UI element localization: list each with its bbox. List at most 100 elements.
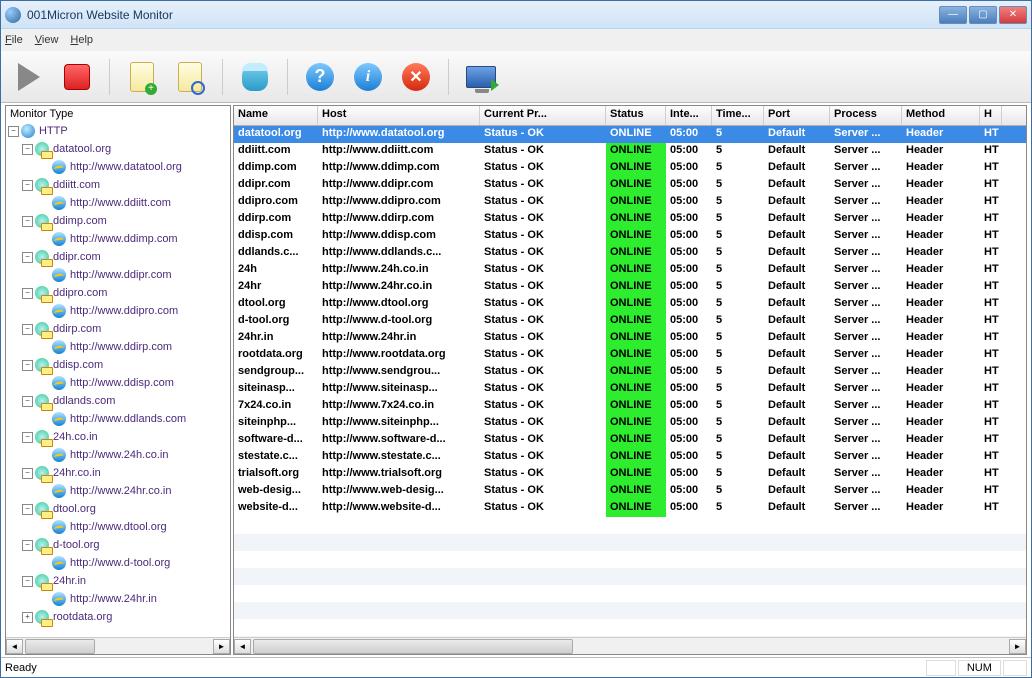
table-row[interactable]: ddirp.comhttp://www.ddirp.comStatus - OK… [234, 211, 1026, 228]
tree-url[interactable]: http://www.ddlands.com [8, 410, 230, 428]
tree-site[interactable]: −24hr.co.in [8, 464, 230, 482]
table-row[interactable]: siteinphp...http://www.siteinphp...Statu… [234, 415, 1026, 432]
column-header[interactable]: Method [902, 106, 980, 125]
expand-icon[interactable]: − [8, 126, 19, 137]
table-row[interactable]: d-tool.orghttp://www.d-tool.orgStatus - … [234, 313, 1026, 330]
scroll-left-button[interactable]: ◄ [6, 639, 23, 654]
tree-url[interactable]: http://www.ddimp.com [8, 230, 230, 248]
tree-url[interactable]: http://www.24h.co.in [8, 446, 230, 464]
expand-icon[interactable]: − [22, 504, 33, 515]
tree-site[interactable]: −ddipr.com [8, 248, 230, 266]
tree-site[interactable]: −ddlands.com [8, 392, 230, 410]
menu-help[interactable]: Help [70, 34, 93, 46]
table-row[interactable]: ddlands.c...http://www.ddlands.c...Statu… [234, 245, 1026, 262]
menu-view[interactable]: View [35, 34, 59, 46]
tree-url[interactable]: http://www.ddiitt.com [8, 194, 230, 212]
table-row[interactable]: ddimp.comhttp://www.ddimp.comStatus - OK… [234, 160, 1026, 177]
expand-icon[interactable]: − [22, 144, 33, 155]
tree-site[interactable]: −24h.co.in [8, 428, 230, 446]
tree-url[interactable]: http://www.ddipro.com [8, 302, 230, 320]
expand-icon[interactable]: + [22, 612, 33, 623]
column-header[interactable]: Host [318, 106, 480, 125]
expand-icon[interactable]: − [22, 576, 33, 587]
help-button[interactable]: ? [302, 59, 338, 95]
tree-root[interactable]: −HTTP [8, 122, 230, 140]
titlebar[interactable]: 001Micron Website Monitor — ▢ ✕ [1, 1, 1031, 29]
table-row[interactable]: 24hrhttp://www.24hr.co.inStatus - OKONLI… [234, 279, 1026, 296]
scroll-right-button[interactable]: ► [1009, 639, 1026, 654]
column-header[interactable]: Time... [712, 106, 764, 125]
expand-icon[interactable]: − [22, 180, 33, 191]
close-button[interactable]: ✕ [999, 6, 1027, 24]
tree-site[interactable]: +rootdata.org [8, 608, 230, 626]
table-row[interactable]: datatool.orghttp://www.datatool.orgStatu… [234, 126, 1026, 143]
table-row[interactable]: dtool.orghttp://www.dtool.orgStatus - OK… [234, 296, 1026, 313]
grid-hscroll[interactable]: ◄ ► [234, 637, 1026, 654]
scroll-right-button[interactable]: ► [213, 639, 230, 654]
tree-url[interactable]: http://www.datatool.org [8, 158, 230, 176]
monitor-button[interactable] [463, 59, 499, 95]
table-row[interactable]: stestate.c...http://www.stestate.c...Sta… [234, 449, 1026, 466]
tree-url[interactable]: http://www.dtool.org [8, 518, 230, 536]
scroll-thumb[interactable] [253, 639, 573, 654]
tree-url[interactable]: http://www.ddirp.com [8, 338, 230, 356]
table-row[interactable]: 24hr.inhttp://www.24hr.inStatus - OKONLI… [234, 330, 1026, 347]
find-document-button[interactable] [172, 59, 208, 95]
column-header[interactable]: Current Pr... [480, 106, 606, 125]
expand-icon[interactable]: − [22, 540, 33, 551]
tree-site[interactable]: −24hr.in [8, 572, 230, 590]
tree-site[interactable]: −dtool.org [8, 500, 230, 518]
scroll-thumb[interactable] [25, 639, 95, 654]
table-row[interactable]: siteinasp...http://www.siteinasp...Statu… [234, 381, 1026, 398]
table-row[interactable]: software-d...http://www.software-d...Sta… [234, 432, 1026, 449]
stop-button[interactable] [59, 59, 95, 95]
tree-site[interactable]: −ddiitt.com [8, 176, 230, 194]
table-row[interactable]: 7x24.co.inhttp://www.7x24.co.inStatus - … [234, 398, 1026, 415]
grid-body[interactable]: datatool.orghttp://www.datatool.orgStatu… [234, 126, 1026, 637]
expand-icon[interactable]: − [22, 432, 33, 443]
menu-file[interactable]: File [5, 34, 23, 46]
table-row[interactable]: 24hhttp://www.24h.co.inStatus - OKONLINE… [234, 262, 1026, 279]
tree-site[interactable]: −ddimp.com [8, 212, 230, 230]
tree-url[interactable]: http://www.24hr.co.in [8, 482, 230, 500]
minimize-button[interactable]: — [939, 6, 967, 24]
column-header[interactable]: Status [606, 106, 666, 125]
table-row[interactable]: ddipro.comhttp://www.ddipro.comStatus - … [234, 194, 1026, 211]
expand-icon[interactable]: − [22, 216, 33, 227]
expand-icon[interactable]: − [22, 288, 33, 299]
table-row[interactable]: web-desig...http://www.web-desig...Statu… [234, 483, 1026, 500]
tree-url[interactable]: http://www.d-tool.org [8, 554, 230, 572]
tree-url[interactable]: http://www.ddisp.com [8, 374, 230, 392]
tree-body[interactable]: −HTTP−datatool.orghttp://www.datatool.or… [6, 122, 230, 637]
table-row[interactable]: sendgroup...http://www.sendgrou...Status… [234, 364, 1026, 381]
expand-icon[interactable]: − [22, 396, 33, 407]
play-button[interactable] [11, 59, 47, 95]
table-row[interactable]: ddisp.comhttp://www.ddisp.comStatus - OK… [234, 228, 1026, 245]
table-row[interactable]: ddiitt.comhttp://www.ddiitt.comStatus - … [234, 143, 1026, 160]
expand-icon[interactable]: − [22, 360, 33, 371]
column-header[interactable]: Name [234, 106, 318, 125]
table-row[interactable]: ddipr.comhttp://www.ddipr.comStatus - OK… [234, 177, 1026, 194]
column-header[interactable]: Inte... [666, 106, 712, 125]
tree-site[interactable]: −ddirp.com [8, 320, 230, 338]
column-header[interactable]: H [980, 106, 1002, 125]
info-button[interactable]: i [350, 59, 386, 95]
expand-icon[interactable]: − [22, 468, 33, 479]
grid-header[interactable]: NameHostCurrent Pr...StatusInte...Time..… [234, 106, 1026, 126]
table-row[interactable]: website-d...http://www.website-d...Statu… [234, 500, 1026, 517]
tree-site[interactable]: −datatool.org [8, 140, 230, 158]
tree-hscroll[interactable]: ◄ ► [6, 637, 230, 654]
table-row[interactable]: trialsoft.orghttp://www.trialsoft.orgSta… [234, 466, 1026, 483]
expand-icon[interactable]: − [22, 252, 33, 263]
maximize-button[interactable]: ▢ [969, 6, 997, 24]
column-header[interactable]: Process [830, 106, 902, 125]
add-document-button[interactable] [124, 59, 160, 95]
tree-site[interactable]: −d-tool.org [8, 536, 230, 554]
expand-icon[interactable]: − [22, 324, 33, 335]
close-round-button[interactable]: ✕ [398, 59, 434, 95]
tree-url[interactable]: http://www.ddipr.com [8, 266, 230, 284]
table-row[interactable]: rootdata.orghttp://www.rootdata.orgStatu… [234, 347, 1026, 364]
scroll-left-button[interactable]: ◄ [234, 639, 251, 654]
tree-site[interactable]: −ddipro.com [8, 284, 230, 302]
database-button[interactable] [237, 59, 273, 95]
